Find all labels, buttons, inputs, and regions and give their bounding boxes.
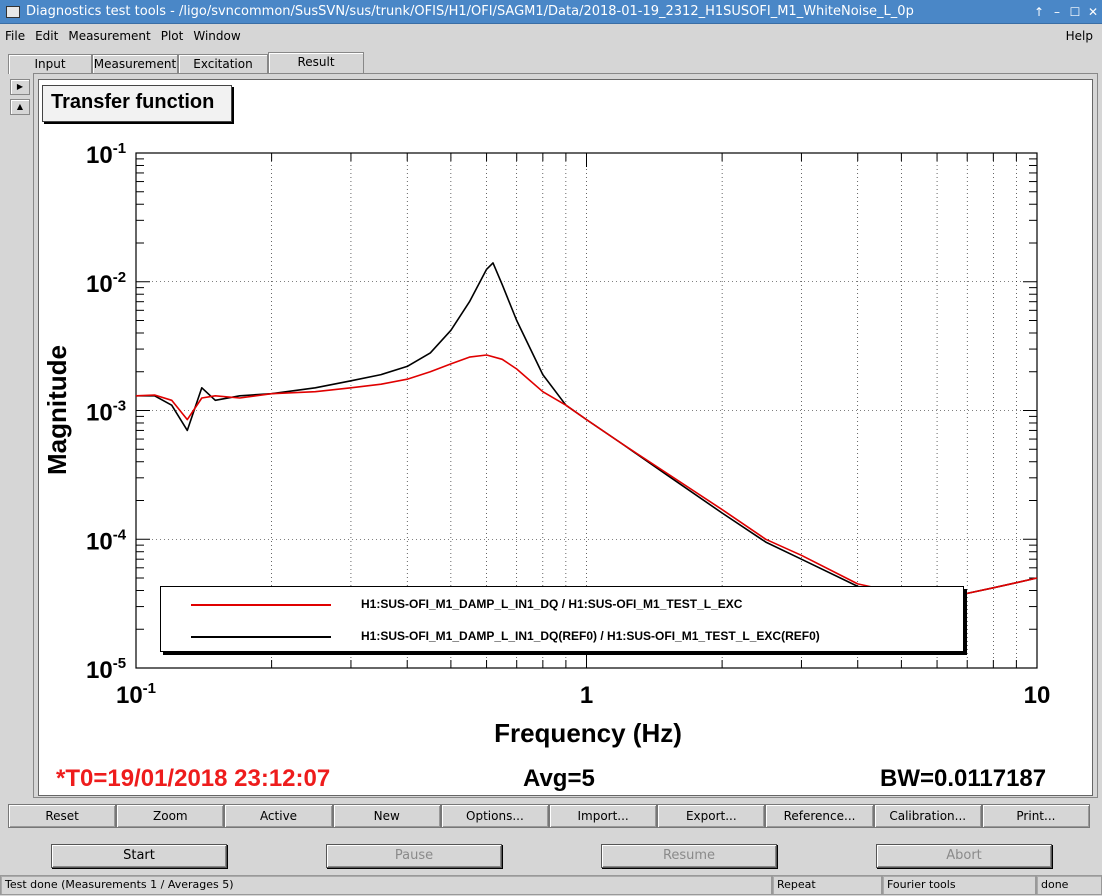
print-button[interactable]: Print...	[981, 804, 1091, 828]
zoom-button[interactable]: Zoom	[116, 804, 225, 828]
pause-button[interactable]: Pause	[326, 844, 502, 868]
t0-readout: *T0=19/01/2018 23:12:07	[56, 765, 331, 792]
plot-svg: Magnitude Frequency (Hz) 10-1 1 10 10-1 10-2…	[42, 140, 1051, 748]
plot-toolbar: Reset Zoom Active New Options... Import.…	[8, 804, 1091, 828]
y-tick-label: 10-5	[86, 655, 126, 684]
legend: H1:SUS-OFI_M1_DAMP_L_IN1_DQ / H1:SUS-OFI…	[160, 586, 964, 652]
reset-button[interactable]: Reset	[8, 804, 117, 828]
export-button[interactable]: Export...	[657, 804, 766, 828]
legend-label-red: H1:SUS-OFI_M1_DAMP_L_IN1_DQ / H1:SUS-OFI…	[361, 597, 743, 611]
reference-button[interactable]: Reference...	[765, 804, 874, 828]
legend-entry-black: H1:SUS-OFI_M1_DAMP_L_IN1_DQ(REF0) / H1:S…	[161, 621, 963, 651]
x-axis-label: Frequency (Hz)	[494, 718, 682, 748]
status-repeat: Repeat	[772, 875, 882, 895]
abort-button[interactable]: Abort	[876, 844, 1052, 868]
options-button[interactable]: Options...	[440, 804, 550, 828]
active-button[interactable]: Active	[224, 804, 333, 828]
status-message: Test done (Measurements 1 / Averages 5)	[0, 875, 772, 895]
x-tick-label: 10	[1024, 682, 1051, 709]
resume-button[interactable]: Resume	[601, 844, 777, 868]
legend-label-black: H1:SUS-OFI_M1_DAMP_L_IN1_DQ(REF0) / H1:S…	[361, 629, 820, 643]
import-button[interactable]: Import...	[549, 804, 658, 828]
y-axis-label: Magnitude	[42, 345, 72, 475]
new-button[interactable]: New	[332, 804, 441, 828]
x-tick-label: 10-1	[116, 680, 156, 709]
y-tick-label: 10-3	[86, 398, 126, 427]
status-bar: Test done (Measurements 1 / Averages 5) …	[0, 874, 1102, 896]
status-tools: Fourier tools	[882, 875, 1036, 895]
bw-readout: BW=0.0117187	[880, 765, 1047, 792]
start-button[interactable]: Start	[51, 844, 227, 868]
series-line-red	[135, 354, 1038, 598]
y-tick-label: 10-4	[86, 526, 127, 555]
avg-readout: Avg=5	[523, 765, 595, 792]
calibration-button[interactable]: Calibration...	[873, 804, 982, 828]
legend-swatch-black	[191, 636, 331, 638]
legend-swatch-red	[191, 604, 331, 606]
y-tick-label: 10-2	[86, 269, 126, 298]
plot-title: Transfer function	[42, 85, 232, 122]
x-tick-label: 1	[580, 682, 593, 709]
y-tick-label: 10-1	[86, 140, 126, 169]
status-state: done	[1036, 875, 1102, 895]
legend-entry-red: H1:SUS-OFI_M1_DAMP_L_IN1_DQ / H1:SUS-OFI…	[161, 589, 963, 619]
